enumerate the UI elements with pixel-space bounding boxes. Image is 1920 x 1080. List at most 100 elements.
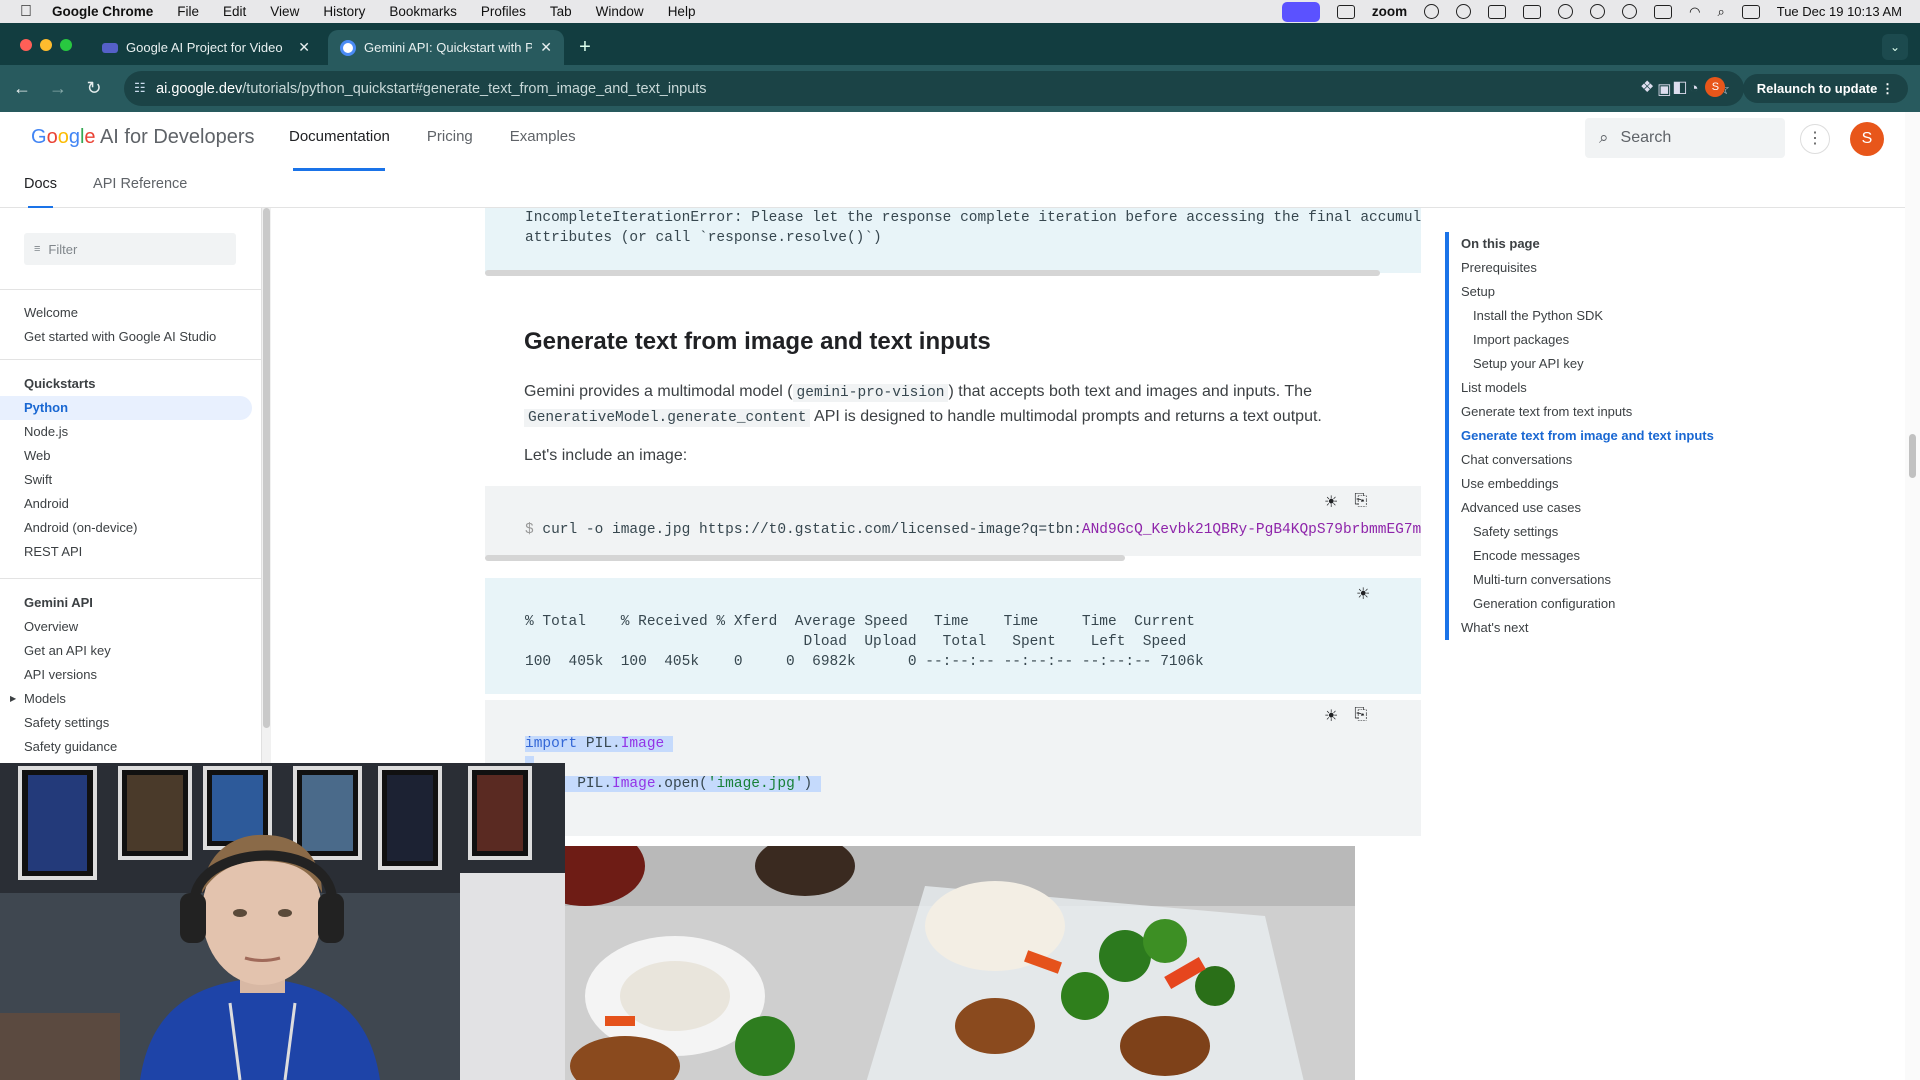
toc-item[interactable]: Chat conversations bbox=[1461, 448, 1745, 472]
copy-icon[interactable]: ⎘ bbox=[1354, 706, 1367, 726]
wifi-icon[interactable]: ◠ bbox=[1689, 4, 1700, 20]
toc-item[interactable]: Encode messages bbox=[1461, 544, 1745, 568]
menu-bookmarks[interactable]: Bookmarks bbox=[389, 4, 457, 19]
filter-input[interactable]: ≡ Filter bbox=[24, 233, 236, 265]
sidebar-item-web[interactable]: Web bbox=[0, 444, 261, 468]
sidebar-scrollbar[interactable] bbox=[262, 208, 271, 763]
sidebar-item-android-on-device[interactable]: Android (on-device) bbox=[0, 516, 261, 540]
dark-mode-toggle-icon[interactable]: ☀ bbox=[1324, 706, 1338, 726]
close-window-button[interactable] bbox=[20, 39, 32, 51]
search-input[interactable]: ⌕ Search bbox=[1585, 118, 1785, 158]
relaunch-button[interactable]: Relaunch to update ⋮ bbox=[1742, 74, 1908, 103]
menu-profiles[interactable]: Profiles bbox=[481, 4, 526, 19]
page-scroll-thumb[interactable] bbox=[1909, 434, 1916, 478]
sidebar-item-safety-guidance[interactable]: Safety guidance bbox=[0, 735, 261, 759]
toc-item[interactable]: Safety settings bbox=[1461, 520, 1745, 544]
menu-view[interactable]: View bbox=[270, 4, 299, 19]
status-icon-2[interactable] bbox=[1456, 4, 1472, 19]
zoom-status[interactable]: zoom bbox=[1372, 4, 1407, 19]
nav-pricing[interactable]: Pricing bbox=[427, 128, 473, 145]
sidebar-item-welcome[interactable]: Welcome bbox=[0, 301, 261, 325]
sidebar-item-rest-api[interactable]: REST API bbox=[0, 540, 261, 564]
screen-record-icon[interactable] bbox=[1523, 4, 1542, 19]
toc-item[interactable]: Setup your API key bbox=[1461, 352, 1745, 376]
copy-icon[interactable]: ⎘ bbox=[1354, 492, 1367, 512]
toc-item[interactable]: Prerequisites bbox=[1461, 256, 1745, 280]
toc-item[interactable]: What's next bbox=[1461, 616, 1745, 640]
forward-icon[interactable]: → bbox=[40, 78, 76, 99]
nav-examples[interactable]: Examples bbox=[510, 128, 576, 145]
vpn-icon[interactable] bbox=[1590, 4, 1606, 19]
dark-mode-toggle-icon[interactable]: ☀ bbox=[1324, 492, 1338, 512]
user-avatar[interactable]: S bbox=[1850, 122, 1884, 156]
code-hscrollbar[interactable] bbox=[485, 270, 1380, 276]
expand-triangle-icon[interactable]: ▶ bbox=[10, 687, 16, 711]
sidebar-item-swift[interactable]: Swift bbox=[0, 468, 261, 492]
sidebar-item-ai-studio[interactable]: Get started with Google AI Studio bbox=[0, 325, 261, 349]
toc-item[interactable]: Use embeddings bbox=[1461, 472, 1745, 496]
close-tab-icon[interactable]: ✕ bbox=[540, 39, 552, 56]
minimize-window-button[interactable] bbox=[40, 39, 52, 51]
toc-item[interactable]: Advanced use cases bbox=[1461, 496, 1745, 520]
code-hscrollbar[interactable] bbox=[485, 555, 1125, 561]
list-icon[interactable] bbox=[1488, 4, 1507, 19]
menu-help[interactable]: Help bbox=[668, 4, 696, 19]
menu-tab[interactable]: Tab bbox=[550, 4, 572, 19]
python-code-block[interactable]: import PIL.Image PIL.Image.open('image.j… bbox=[485, 700, 1421, 836]
side-panel-icon[interactable]: ◧ bbox=[1672, 77, 1687, 97]
tab-api-reference[interactable]: API Reference bbox=[93, 176, 187, 192]
site-logo[interactable]: Google AI for Developers bbox=[31, 126, 254, 149]
back-icon[interactable]: ← bbox=[4, 78, 40, 99]
more-options-icon[interactable]: ⋮ bbox=[1800, 124, 1830, 154]
toc-item[interactable]: Multi-turn conversations bbox=[1461, 568, 1745, 592]
page-scrollbar[interactable] bbox=[1905, 112, 1920, 1080]
sidebar-scroll-thumb[interactable] bbox=[263, 208, 270, 728]
menu-app-name[interactable]: Google Chrome bbox=[52, 4, 153, 19]
tab-docs[interactable]: Docs bbox=[24, 176, 57, 192]
curl-code-block[interactable]: $ curl -o image.jpg https://t0.gstatic.c… bbox=[485, 486, 1421, 556]
control-center-icon[interactable] bbox=[1741, 4, 1760, 19]
toc-item[interactable]: Setup bbox=[1461, 280, 1745, 304]
sidebar-item-api-versions[interactable]: API versions bbox=[0, 663, 261, 687]
screen-share-icon[interactable] bbox=[1281, 1, 1320, 22]
camera-icon[interactable] bbox=[1336, 4, 1355, 19]
tab-gemini-quickstart[interactable]: Gemini API: Quickstart with P ✕ bbox=[328, 30, 564, 65]
toc-item[interactable]: Generate text from text inputs bbox=[1461, 400, 1745, 424]
status-icon-1[interactable] bbox=[1424, 4, 1440, 19]
toc-item[interactable]: Generation configuration bbox=[1461, 592, 1745, 616]
sidebar-heading-quickstarts: Quickstarts bbox=[24, 376, 96, 391]
nav-documentation[interactable]: Documentation bbox=[289, 128, 390, 145]
sidebar-item-models[interactable]: ▶ Models bbox=[0, 687, 261, 711]
menu-window[interactable]: Window bbox=[596, 4, 644, 19]
menu-file[interactable]: File bbox=[177, 4, 199, 19]
new-tab-icon[interactable]: + bbox=[572, 35, 598, 61]
tab-search-chevron-icon[interactable]: ⌄ bbox=[1882, 34, 1908, 60]
play-icon[interactable] bbox=[1622, 4, 1638, 19]
clock[interactable]: Tue Dec 19 10:13 AM bbox=[1777, 4, 1902, 19]
sidebar-item-overview[interactable]: Overview bbox=[0, 615, 261, 639]
sidebar-item-get-api-key[interactable]: Get an API key bbox=[0, 639, 261, 663]
toc-item-active[interactable]: Generate text from image and text inputs bbox=[1461, 424, 1745, 448]
address-bar[interactable]: ☷ ai.google.dev/tutorials/python_quickst… bbox=[124, 71, 1744, 106]
spotlight-search-icon[interactable]: ⌕ bbox=[1717, 4, 1724, 20]
zoom-window-button[interactable] bbox=[60, 39, 72, 51]
dark-mode-toggle-icon[interactable]: ☀ bbox=[1356, 584, 1370, 604]
sidebar-item-safety-settings[interactable]: Safety settings bbox=[0, 711, 261, 735]
tab-google-ai-project[interactable]: Google AI Project for Video ✕ bbox=[90, 30, 322, 65]
close-tab-icon[interactable]: ✕ bbox=[298, 39, 310, 56]
sidebar-item-android[interactable]: Android bbox=[0, 492, 261, 516]
menu-history[interactable]: History bbox=[323, 4, 365, 19]
app-status-icon[interactable] bbox=[1558, 4, 1574, 19]
battery-icon[interactable] bbox=[1654, 4, 1673, 19]
toc-item[interactable]: Import packages bbox=[1461, 328, 1745, 352]
profile-avatar[interactable]: S bbox=[1705, 77, 1726, 97]
sidebar-item-python[interactable]: Python bbox=[0, 396, 252, 420]
toc-item[interactable]: List models bbox=[1461, 376, 1745, 400]
apple-icon[interactable]:  bbox=[20, 3, 38, 20]
toc-item[interactable]: Install the Python SDK bbox=[1461, 304, 1745, 328]
menu-edit[interactable]: Edit bbox=[223, 4, 246, 19]
reload-icon[interactable]: ↻ bbox=[76, 78, 112, 99]
site-info-icon[interactable]: ☷ bbox=[134, 80, 146, 96]
sidebar-item-nodejs[interactable]: Node.js bbox=[0, 420, 261, 444]
extensions-puzzle-icon[interactable]: ❖ bbox=[1640, 77, 1654, 97]
